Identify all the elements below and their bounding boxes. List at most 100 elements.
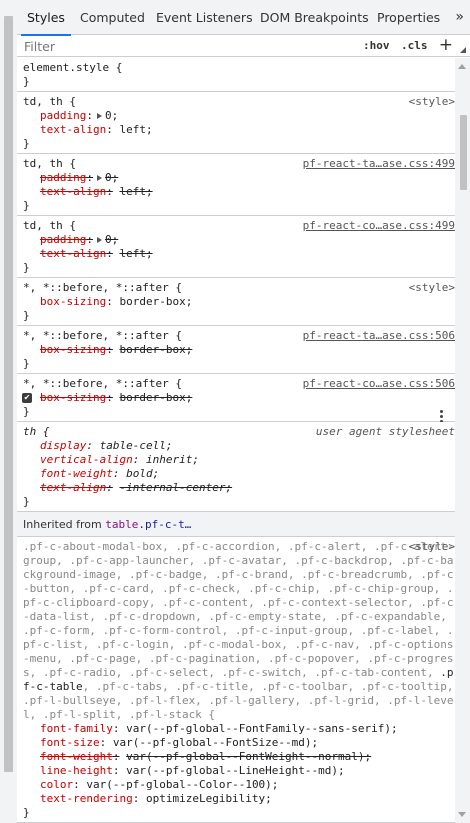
declaration[interactable]: display: table-cell; (23, 439, 455, 453)
property-name[interactable]: text-align (40, 185, 106, 198)
declaration[interactable]: text-align: left; (23, 185, 455, 199)
property-name[interactable]: font-family (40, 722, 113, 735)
style-rule: th {user agent stylesheet display: table-… (17, 422, 455, 512)
property-name[interactable]: font-weight (40, 467, 113, 480)
filter-input[interactable] (21, 36, 351, 56)
colon: : (112, 722, 120, 735)
property-value[interactable]: -internal-center; (119, 481, 232, 494)
tab-overflow-icon[interactable]: » (455, 0, 464, 35)
tab-styles[interactable]: Styles (21, 0, 71, 36)
property-value[interactable]: var(--pf-global--FontFamily--sans-serif)… (126, 722, 398, 735)
expand-triangle-icon[interactable] (96, 236, 102, 243)
style-rule: td, th {<style> padding: 0; text-align: lef… (17, 92, 455, 154)
rule-source: <style> (408, 540, 455, 553)
property-name[interactable]: font-weight (40, 750, 113, 763)
inherited-element-link[interactable]: table (105, 518, 138, 531)
property-value[interactable]: 0; (105, 233, 118, 246)
colon: : (112, 750, 120, 763)
property-name[interactable]: text-align (40, 247, 106, 260)
declaration[interactable]: line-height: var(--pf-global--LineHeight… (23, 764, 455, 778)
rule-selector[interactable]: element.style { (23, 61, 455, 75)
declaration[interactable]: font-size: var(--pf-global--FontSize--md… (23, 736, 455, 750)
expand-triangle-icon[interactable] (96, 174, 102, 181)
rule-source[interactable]: pf-react-ta…ase.css:499 (303, 157, 455, 171)
tab-properties[interactable]: Properties (377, 0, 440, 35)
colon: : (106, 247, 113, 260)
property-name[interactable]: box-sizing (40, 343, 106, 356)
property-name[interactable]: vertical-align (40, 453, 133, 466)
property-value[interactable]: 0; (105, 109, 118, 122)
declaration[interactable]: padding: 0; (23, 109, 455, 123)
rule-selector[interactable]: *, *::before, *::after { (23, 281, 455, 295)
property-value[interactable]: bold; (126, 467, 159, 480)
hov-button[interactable]: :hov (363, 35, 390, 57)
colon: : (132, 453, 140, 466)
declaration[interactable]: color: var(--pf-global--Color--100); (23, 778, 455, 792)
new-rule-menu-icon[interactable] (460, 47, 466, 53)
property-name[interactable]: padding (40, 233, 86, 246)
declaration[interactable]: text-align: -internal-center; (23, 481, 455, 495)
property-name[interactable]: text-align (40, 481, 106, 494)
property-name[interactable]: line-height (40, 764, 113, 777)
property-name[interactable]: text-align (40, 123, 106, 136)
property-name[interactable]: box-sizing (40, 295, 106, 308)
property-name[interactable]: padding (40, 171, 86, 184)
new-rule-button[interactable]: + (439, 34, 453, 56)
property-value[interactable]: border-box; (119, 343, 192, 356)
declaration[interactable]: padding: 0; (23, 171, 455, 185)
inherited-label: Inherited from (23, 518, 106, 531)
tab-computed[interactable]: Computed (80, 0, 145, 35)
property-value[interactable]: inherit; (146, 453, 199, 466)
inherited-class[interactable]: .pf-c-t… (138, 518, 191, 531)
property-value[interactable]: left; (119, 185, 152, 198)
property-name[interactable]: padding (40, 109, 86, 122)
property-value[interactable]: var(--pf-global--LineHeight--md); (126, 764, 345, 777)
declaration[interactable]: box-sizing: border-box; (23, 343, 455, 357)
rule-source[interactable]: pf-react-ta…ase.css:506 (303, 329, 455, 343)
property-value[interactable]: table-cell; (100, 439, 173, 452)
tab-dom-breakpoints[interactable]: DOM Breakpoints (260, 0, 369, 35)
property-value[interactable]: var(--pf-global--Color--100); (86, 778, 278, 791)
tab-event-listeners[interactable]: Event Listeners (156, 0, 253, 35)
declaration[interactable]: ✔ box-sizing: border-box; (22, 391, 455, 405)
declaration[interactable]: padding: 0; (23, 233, 455, 247)
left-scrollbar-thumb[interactable] (4, 16, 13, 772)
right-scrollbar[interactable] (455, 58, 470, 823)
property-value[interactable]: left; (119, 247, 152, 260)
expand-triangle-icon[interactable] (96, 112, 102, 119)
declaration[interactable]: text-align: left; (23, 123, 455, 137)
scroll-down-icon[interactable] (458, 812, 466, 817)
declaration[interactable]: font-weight: bold; (23, 467, 455, 481)
declaration[interactable]: box-sizing: border-box; (23, 295, 455, 309)
declaration[interactable]: font-family: var(--pf-global--FontFamily… (23, 722, 455, 736)
declaration[interactable]: text-align: left; (23, 247, 455, 261)
rule-selector[interactable]: td, th { (23, 95, 455, 109)
property-name[interactable]: font-size (40, 736, 100, 749)
property-name[interactable]: box-sizing (40, 391, 106, 404)
colon: : (106, 343, 113, 356)
property-name[interactable]: display (40, 439, 86, 452)
property-value[interactable]: border-box; (119, 295, 192, 308)
colon: : (132, 792, 140, 805)
property-value[interactable]: left; (119, 123, 152, 136)
property-value[interactable]: border-box; (119, 391, 192, 404)
rule-source[interactable]: pf-react-co…ase.css:499 (303, 219, 455, 233)
property-value[interactable]: var(--pf-global--FontWeight--normal); (126, 750, 371, 763)
property-name[interactable]: text-rendering (40, 792, 133, 805)
property-name[interactable]: color (40, 778, 73, 791)
property-value[interactable]: 0; (105, 171, 118, 184)
rule-selector[interactable]: .pf-c-about-modal-box, .pf-c-accordion, … (23, 540, 455, 722)
property-value[interactable]: var(--pf-global--FontSize--md); (113, 736, 318, 749)
declaration[interactable]: text-rendering: optimizeLegibility; (23, 792, 455, 806)
checkbox-checked-icon[interactable]: ✔ (22, 393, 32, 403)
rule-source[interactable]: pf-react-co…ase.css:506 (303, 377, 455, 391)
cls-button[interactable]: .cls (401, 35, 428, 57)
declaration[interactable]: vertical-align: inherit; (23, 453, 455, 467)
declaration[interactable]: font-weight: var(--pf-global--FontWeight… (23, 750, 455, 764)
property-value[interactable]: optimizeLegibility; (146, 792, 272, 805)
left-scrollbar[interactable] (0, 0, 17, 823)
inherited-style-rule: .pf-c-about-modal-box, .pf-c-accordion, … (17, 537, 455, 823)
right-scrollbar-thumb[interactable] (460, 115, 467, 190)
closing-brace: } (23, 806, 30, 819)
scroll-up-icon[interactable] (458, 64, 466, 69)
